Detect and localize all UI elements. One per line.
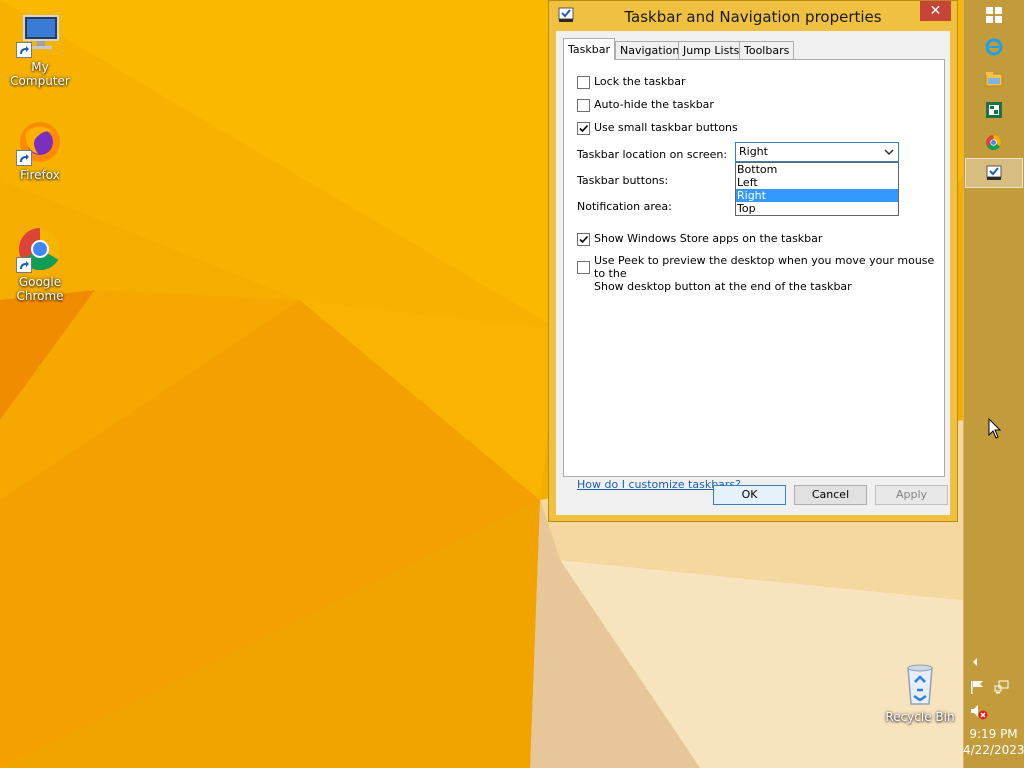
firefox-icon [16, 118, 64, 166]
apply-button[interactable]: Apply [875, 485, 948, 505]
peek-label-line2: Show desktop button at the end of the ta… [594, 280, 852, 293]
checkmark-icon [579, 235, 589, 244]
desktop-icon-firefox[interactable]: Firefox [0, 118, 80, 182]
location-label: Taskbar location on screen: [577, 148, 728, 161]
network-button[interactable] [994, 680, 1010, 697]
mouse-cursor-icon [988, 417, 1002, 444]
internet-explorer-button[interactable] [963, 32, 1024, 62]
taskbar [963, 0, 1024, 768]
action-center-button[interactable] [970, 680, 986, 697]
lock-taskbar-option[interactable]: Lock the taskbar [577, 75, 686, 89]
auto-hide-checkbox[interactable] [577, 99, 590, 112]
lock-taskbar-checkbox[interactable] [577, 76, 590, 89]
tab-taskbar[interactable]: Taskbar [563, 38, 615, 60]
tab-jump-lists[interactable]: Jump Lists [678, 41, 745, 59]
taskbar-properties-dialog: Taskbar and Navigation properties ✕ Task… [548, 0, 958, 522]
desktop-icon-my-computer[interactable]: My Computer [0, 10, 80, 88]
volume-muted-icon [971, 705, 988, 720]
close-icon: ✕ [929, 3, 942, 19]
taskbar-location-select[interactable]: Right [735, 142, 899, 162]
start-icon [985, 7, 1002, 23]
store-apps-option[interactable]: Show Windows Store apps on the taskbar [577, 232, 822, 246]
peek-checkbox[interactable] [577, 261, 590, 274]
flag-icon [971, 681, 983, 694]
location-selected-value: Right [739, 145, 768, 158]
desktop-icon-label: Firefox [20, 168, 60, 182]
dialog-titlebar[interactable]: Taskbar and Navigation properties ✕ [549, 1, 957, 31]
chrome-icon [16, 225, 64, 273]
dialog-title: Taskbar and Navigation properties [624, 8, 882, 26]
shortcut-arrow-icon [16, 42, 32, 58]
excel-icon [985, 102, 1002, 118]
taskbar-tab-panel: Lock the taskbar Auto-hide the taskbar U… [563, 59, 945, 491]
cancel-button[interactable]: Cancel [794, 485, 867, 505]
chevron-down-icon [883, 144, 895, 160]
chrome-taskbar-icon [986, 134, 1001, 150]
location-option-right[interactable]: Right [736, 189, 898, 202]
file-explorer-button[interactable] [963, 64, 1024, 94]
close-button[interactable]: ✕ [920, 1, 951, 21]
computer-icon [16, 10, 64, 58]
recycle-bin-icon [896, 660, 944, 708]
taskbar-properties-icon [986, 165, 1002, 180]
taskbar-buttons-label: Taskbar buttons: [577, 174, 669, 187]
ok-button[interactable]: OK [713, 485, 786, 505]
desktop-icon-label: Recycle Bin [885, 710, 955, 724]
clock-time[interactable]: 9:19 PM [963, 727, 1024, 741]
location-option-left[interactable]: Left [736, 176, 898, 189]
desktop-icon-label: Google Chrome [16, 275, 64, 303]
desktop-icon-google-chrome[interactable]: Google Chrome [0, 225, 80, 303]
shortcut-arrow-icon [16, 257, 32, 273]
auto-hide-option[interactable]: Auto-hide the taskbar [577, 98, 714, 112]
chevron-left-icon [973, 658, 977, 666]
clock-date[interactable]: 4/22/2023 [963, 743, 1024, 757]
excel-button[interactable] [963, 95, 1024, 125]
location-dropdown-list: Bottom Left Right Top [735, 162, 899, 216]
desktop-icon-label: My Computer [10, 60, 70, 88]
checkmark-icon [579, 124, 589, 133]
peek-label-line1: Use Peek to preview the desktop when you… [594, 254, 935, 280]
start-button[interactable] [963, 0, 1024, 30]
desktop-icon-recycle-bin[interactable]: Recycle Bin [880, 660, 960, 724]
network-icon [994, 680, 1009, 694]
notification-area-label: Notification area: [577, 200, 672, 213]
location-option-bottom[interactable]: Bottom [736, 163, 898, 176]
file-explorer-icon [985, 72, 1002, 87]
peek-option[interactable]: Use Peek to preview the desktop when you… [577, 254, 937, 293]
store-apps-checkbox[interactable] [577, 233, 590, 246]
volume-button[interactable] [970, 704, 988, 723]
tab-navigation[interactable]: Navigation [615, 41, 685, 59]
small-buttons-checkbox[interactable] [577, 122, 590, 135]
internet-explorer-icon [985, 38, 1002, 56]
small-buttons-option[interactable]: Use small taskbar buttons [577, 121, 738, 135]
shortcut-arrow-icon [16, 150, 32, 166]
chrome-button[interactable] [963, 127, 1024, 157]
dialog-body: Taskbar Navigation Jump Lists Toolbars L… [556, 31, 950, 515]
show-hidden-icons-button[interactable] [971, 656, 979, 670]
location-option-top[interactable]: Top [736, 202, 898, 215]
taskbar-properties-button[interactable] [965, 158, 1023, 188]
tab-toolbars[interactable]: Toolbars [739, 41, 795, 59]
